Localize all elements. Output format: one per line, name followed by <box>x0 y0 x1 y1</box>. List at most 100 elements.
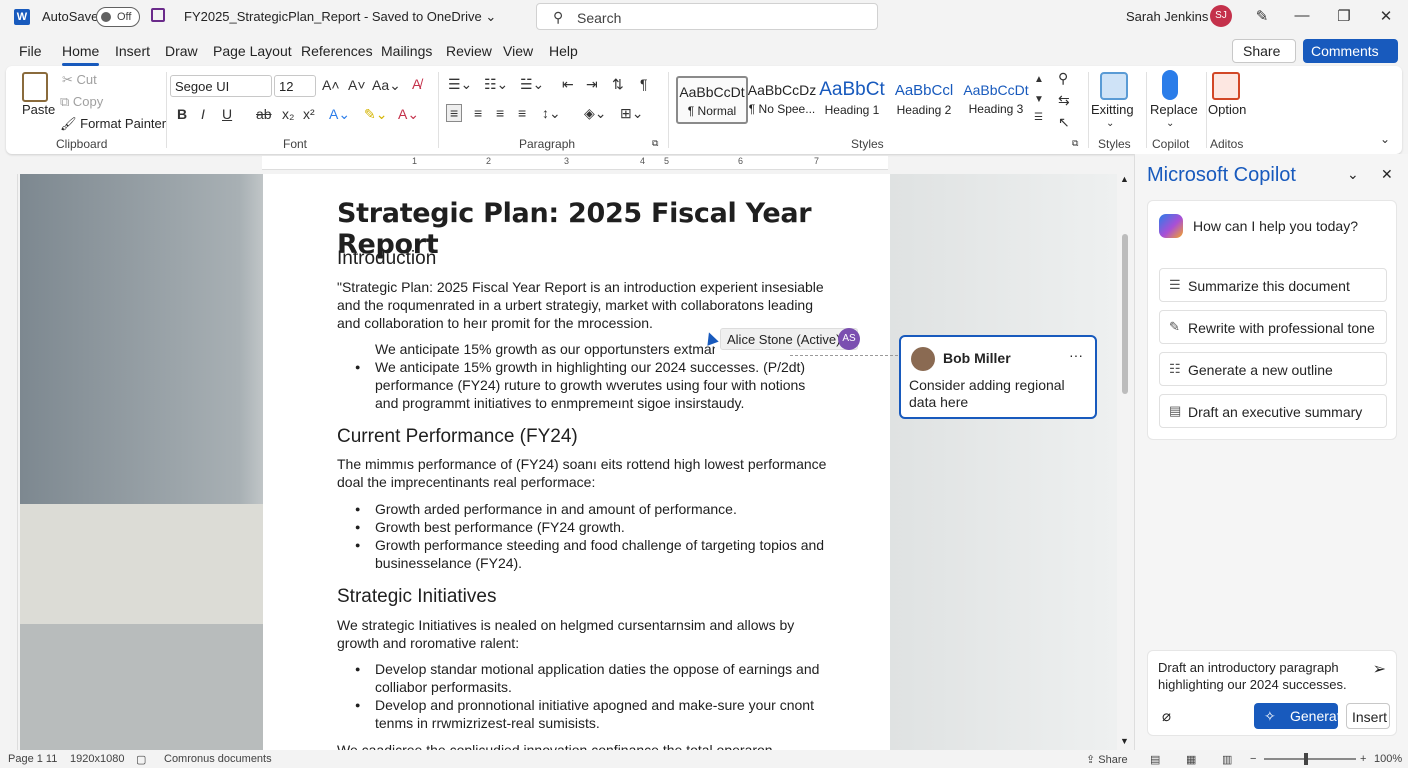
show-marks-icon[interactable]: ¶ <box>640 76 648 92</box>
multilevel-list-icon[interactable]: ☱⌄ <box>520 76 544 93</box>
change-case-icon[interactable]: Aa⌄ <box>372 77 401 94</box>
tab-file[interactable]: File <box>19 43 42 59</box>
document-title[interactable]: FY2025_StrategicPlan_Report - Saved to O… <box>184 9 496 25</box>
comments-button[interactable]: Comments <box>1303 39 1398 63</box>
presence-avatar[interactable]: AS <box>838 328 860 350</box>
suggestion-executive-summary[interactable]: ▤ Draft an executive summary <box>1159 394 1387 428</box>
align-left-icon[interactable]: ≡ <box>446 104 463 122</box>
autosave-toggle[interactable]: Off <box>96 7 140 27</box>
page-count[interactable]: Page 1 11 <box>8 753 57 765</box>
document-scrollbar[interactable]: ▲ ▼ <box>1118 174 1132 750</box>
font-name-select[interactable]: Segoe UI <box>170 75 272 97</box>
styles-launcher-icon[interactable]: ⧉ <box>1072 138 1078 149</box>
copilot-prompt-text[interactable]: Draft an introductory paragraph highligh… <box>1158 659 1358 693</box>
close-window-icon[interactable]: ✕ <box>1376 7 1396 25</box>
share-status[interactable]: ⇪ Share <box>1086 753 1128 766</box>
align-center-icon[interactable]: ≡ <box>474 105 482 121</box>
focus-mode-icon[interactable]: ▤ <box>1150 753 1160 766</box>
suggestion-outline[interactable]: ☷ Generate a new outline <box>1159 352 1387 386</box>
italic-icon[interactable]: I <box>201 106 205 122</box>
share-button[interactable]: Share <box>1232 39 1296 63</box>
search-box[interactable]: ⚲ Search <box>536 3 878 30</box>
styles-scroll-down-icon[interactable]: ▼ <box>1034 94 1044 105</box>
tab-insert[interactable]: Insert <box>115 43 150 59</box>
document-page[interactable]: Strategic Plan: 2025 Fiscal Year Report … <box>263 174 890 750</box>
suggestion-summarize[interactable]: ☰ Summarize this document <box>1159 268 1387 302</box>
replace-small-icon[interactable]: ⇆ <box>1058 92 1070 109</box>
insert-button[interactable]: Insert <box>1346 703 1390 729</box>
tab-page-layout[interactable]: Page Layout <box>213 43 292 59</box>
scrollbar-thumb[interactable] <box>1122 234 1128 394</box>
tab-review[interactable]: Review <box>446 43 492 59</box>
close-pane-icon[interactable]: ✕ <box>1381 166 1393 183</box>
grow-font-icon[interactable]: A˄ <box>322 77 340 93</box>
align-right-icon[interactable]: ≡ <box>496 105 504 121</box>
styles-scroll-up-icon[interactable]: ▲ <box>1034 74 1044 85</box>
chevron-down-icon[interactable]: ⌄ <box>1166 118 1174 129</box>
minimize-icon[interactable]: — <box>1292 7 1312 24</box>
tab-draw[interactable]: Draw <box>165 43 198 59</box>
style-no-spacing[interactable]: AaBbCcDz ¶ No Spee... <box>746 76 818 124</box>
superscript-icon[interactable]: x² <box>303 106 315 122</box>
subscript-icon[interactable]: x₂ <box>282 106 294 122</box>
style-heading-2[interactable]: AaBbCcl Heading 2 <box>888 76 960 124</box>
chevron-down-icon[interactable]: ⌄ <box>1347 166 1359 183</box>
zoom-slider-thumb[interactable] <box>1304 753 1308 765</box>
suggestion-rewrite[interactable]: ✎ Rewrite with professional tone <box>1159 310 1387 344</box>
editing-icon[interactable] <box>1100 72 1128 100</box>
shading-icon[interactable]: ◈⌄ <box>584 105 607 122</box>
text-effects-icon[interactable]: A⌄ <box>329 106 350 123</box>
tab-references[interactable]: References <box>301 43 373 59</box>
sort-icon[interactable]: ⇅ <box>612 76 624 93</box>
user-avatar[interactable]: SJ <box>1210 5 1232 27</box>
exitting-button[interactable]: Exitting <box>1091 102 1134 117</box>
zoom-in-icon[interactable]: + <box>1360 753 1366 765</box>
style-heading-3[interactable]: AaBbCcDt Heading 3 <box>960 76 1032 124</box>
borders-icon[interactable]: ⊞⌄ <box>620 105 643 122</box>
numbering-icon[interactable]: ☷⌄ <box>484 76 508 93</box>
paragraph-launcher-icon[interactable]: ⧉ <box>652 138 658 149</box>
paste-label[interactable]: Paste <box>22 102 55 117</box>
scroll-up-icon[interactable]: ▲ <box>1120 174 1129 184</box>
tab-mailings[interactable]: Mailings <box>381 43 432 59</box>
bullets-icon[interactable]: ☰⌄ <box>448 76 472 93</box>
generate-button[interactable]: ✧ Generate <box>1254 703 1348 729</box>
send-icon[interactable]: ➢ <box>1373 659 1386 679</box>
proofing-icon[interactable]: ▢ <box>136 753 146 766</box>
justify-icon[interactable]: ≡ <box>518 105 526 121</box>
chevron-down-icon[interactable]: ⌄ <box>1106 118 1114 129</box>
highlight-icon[interactable]: ✎⌄ <box>364 106 387 123</box>
restore-icon[interactable]: ❐ <box>1334 7 1354 25</box>
zoom-level[interactable]: 100% <box>1374 753 1402 765</box>
copilot-input-box[interactable]: Draft an introductory paragraph highligh… <box>1147 650 1397 736</box>
web-layout-icon[interactable]: ▥ <box>1222 753 1232 766</box>
decrease-indent-icon[interactable]: ⇤ <box>562 76 574 93</box>
option-button[interactable]: Option <box>1208 102 1246 117</box>
tab-help[interactable]: Help <box>549 43 578 59</box>
paste-icon[interactable] <box>22 72 48 102</box>
vertical-ruler[interactable] <box>0 174 18 750</box>
strikethrough-icon[interactable]: ab <box>256 106 272 122</box>
styles-more-icon[interactable]: ☰ <box>1034 112 1043 123</box>
tab-home[interactable]: Home <box>62 43 100 66</box>
save-icon[interactable] <box>151 8 165 22</box>
format-painter-button[interactable]: 🖌 Format Painter <box>60 116 166 132</box>
zoom-slider[interactable] <box>1264 758 1356 760</box>
pen-icon[interactable]: ✎ <box>1252 7 1272 25</box>
copy-button[interactable]: ⧉ Copy <box>60 94 103 110</box>
print-layout-icon[interactable]: ▦ <box>1186 753 1196 766</box>
style-normal[interactable]: AaBbCcDt ¶ Normal <box>676 76 748 124</box>
documents-status[interactable]: Comronus documents <box>164 753 272 765</box>
collapse-ribbon-icon[interactable]: ⌄ <box>1380 132 1390 146</box>
font-color-icon[interactable]: A⌄ <box>398 106 419 123</box>
replace-button[interactable]: Replace <box>1150 102 1198 117</box>
line-spacing-icon[interactable]: ↕⌄ <box>542 105 561 122</box>
horizontal-ruler[interactable]: 1 2 3 4 5 6 7 <box>262 156 888 170</box>
cut-button[interactable]: ✂ Cut <box>62 72 97 88</box>
increase-indent-icon[interactable]: ⇥ <box>586 76 598 93</box>
user-name[interactable]: Sarah Jenkins <box>1126 9 1208 24</box>
clear-formatting-icon[interactable]: A̸ <box>412 76 421 92</box>
microphone-icon[interactable] <box>1162 70 1178 100</box>
select-icon[interactable]: ↖ <box>1058 114 1070 131</box>
font-size-select[interactable]: 12 <box>274 75 316 97</box>
